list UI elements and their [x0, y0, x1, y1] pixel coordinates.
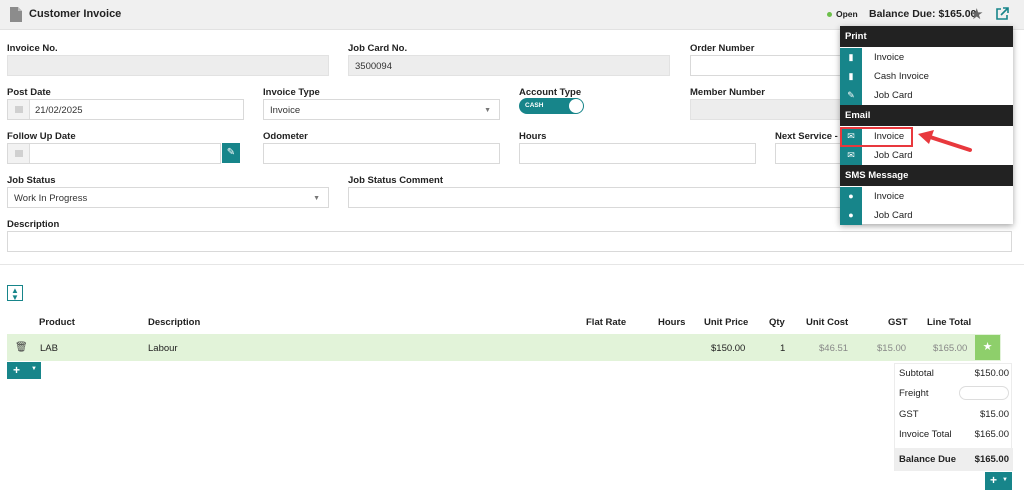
- follow-up-date-field[interactable]: [7, 143, 221, 164]
- member-number-label: Member Number: [690, 87, 765, 98]
- cell-qty: 1: [780, 343, 786, 354]
- star-icon[interactable]: ★: [970, 5, 983, 23]
- external-link-icon[interactable]: [995, 7, 1009, 21]
- column-header-line-total: Line Total: [927, 317, 972, 328]
- red-arrow-icon: [918, 130, 972, 152]
- cell-description: Labour: [148, 343, 178, 354]
- job-status-comment-label: Job Status Comment: [348, 175, 444, 186]
- status-dot: [827, 12, 832, 17]
- description-label: Description: [7, 219, 60, 230]
- freight-input[interactable]: [959, 386, 1009, 400]
- trash-icon[interactable]: 🗑: [15, 342, 28, 353]
- file-icon: ▮: [840, 48, 862, 67]
- cell-unit-cost: $46.51: [819, 343, 849, 354]
- next-service-field[interactable]: [775, 143, 842, 164]
- menu-item-print-cash-invoice[interactable]: ▮ Cash Invoice: [840, 67, 1013, 86]
- account-type-label: Account Type: [519, 87, 582, 98]
- menu-section-sms: SMS Message: [840, 165, 1013, 186]
- document-icon: [10, 7, 22, 22]
- balance-due-header: Balance Due: $165.00: [869, 8, 977, 20]
- actions-dropdown-menu: Print ▮ Invoice ▮ Cash Invoice ✎ Job Card E…: [840, 26, 1013, 225]
- odometer-field[interactable]: [263, 143, 500, 164]
- menu-section-email: Email: [840, 105, 1013, 126]
- job-card-no-field: 3500094: [348, 55, 670, 76]
- calendar-icon[interactable]: [8, 144, 30, 163]
- description-field[interactable]: [7, 231, 1012, 252]
- chevron-down-icon: ▼: [313, 195, 320, 202]
- job-card-no-label: Job Card No.: [348, 43, 408, 54]
- edit-icon: ✎: [840, 86, 862, 105]
- invoice-total-value: $165.00: [974, 429, 1009, 440]
- menu-item-print-job-card[interactable]: ✎ Job Card: [840, 86, 1013, 105]
- subtotal-value: $150.00: [974, 368, 1009, 379]
- subtotal-label: Subtotal: [899, 368, 934, 379]
- envelope-icon: ✉: [840, 146, 862, 165]
- speech-bubble-icon: ●: [840, 187, 862, 206]
- column-header-description: Description: [148, 317, 201, 328]
- account-type-toggle[interactable]: CASH: [519, 98, 584, 114]
- cell-unit-price: $150.00: [711, 343, 746, 354]
- member-number-field: [690, 99, 842, 120]
- divider: [0, 264, 1024, 265]
- invoice-total-label: Invoice Total: [899, 429, 952, 440]
- next-service-label: Next Service -: [775, 131, 838, 142]
- invoice-type-value: Invoice: [270, 105, 301, 116]
- column-header-product: Product: [39, 317, 75, 328]
- column-header-qty: Qty: [769, 317, 785, 328]
- order-number-label: Order Number: [690, 43, 755, 54]
- order-number-field[interactable]: [690, 55, 842, 76]
- speech-bubble-icon: ●: [840, 206, 862, 225]
- menu-item-sms-invoice[interactable]: ● Invoice: [840, 187, 1013, 206]
- freight-label: Freight: [899, 388, 929, 399]
- column-header-hours: Hours: [658, 317, 686, 328]
- invoice-type-label: Invoice Type: [263, 87, 320, 98]
- invoice-no-field: [7, 55, 329, 76]
- plus-icon: +: [13, 363, 21, 377]
- favourite-line-button[interactable]: ★: [975, 335, 1000, 360]
- add-line-button[interactable]: + ▼: [7, 362, 41, 379]
- page-title: Customer Invoice: [29, 8, 122, 20]
- chevron-down-icon: ▼: [1002, 477, 1008, 483]
- post-date-label: Post Date: [7, 87, 51, 98]
- menu-item-sms-job-card[interactable]: ● Job Card: [840, 206, 1013, 225]
- job-status-value: Work In Progress: [14, 193, 88, 204]
- calendar-icon[interactable]: [8, 100, 30, 119]
- highlight-box: [840, 127, 913, 147]
- status-badge: Open: [836, 9, 858, 19]
- balance-due-label: Balance Due: [899, 454, 957, 465]
- plus-icon: +: [990, 473, 998, 487]
- job-status-comment-field[interactable]: [348, 187, 842, 208]
- follow-up-date-label: Follow Up Date: [7, 131, 76, 142]
- totals-panel: Subtotal $150.00 Freight GST $15.00 Invo…: [894, 363, 1013, 471]
- menu-section-print: Print: [840, 26, 1013, 47]
- column-header-flat-rate: Flat Rate: [586, 317, 627, 328]
- chevron-down-icon: ▼: [484, 107, 491, 114]
- hours-label: Hours: [519, 131, 547, 142]
- hours-field[interactable]: [519, 143, 756, 164]
- cell-line-total: $165.00: [933, 343, 968, 354]
- add-totals-button[interactable]: + ▼: [985, 472, 1012, 490]
- sort-toggle-icon[interactable]: ▲ ▼: [7, 285, 23, 302]
- edit-icon[interactable]: ✎: [222, 143, 240, 163]
- invoice-type-select[interactable]: Invoice ▼: [263, 99, 500, 120]
- column-header-unit-cost: Unit Cost: [806, 317, 849, 328]
- cell-product: LAB: [40, 343, 58, 354]
- gst-label: GST: [899, 409, 919, 420]
- job-status-select[interactable]: Work In Progress ▼: [7, 187, 329, 208]
- menu-item-print-invoice[interactable]: ▮ Invoice: [840, 48, 1013, 67]
- job-status-label: Job Status: [7, 175, 56, 186]
- post-date-field[interactable]: 21/02/2025: [7, 99, 244, 120]
- odometer-label: Odometer: [263, 131, 308, 142]
- cell-gst: $15.00: [877, 343, 907, 354]
- toggle-knob: [569, 99, 583, 113]
- balance-due-value: $165.00: [974, 454, 1009, 465]
- chevron-down-icon: ▼: [31, 366, 37, 372]
- gst-value: $15.00: [979, 409, 1009, 420]
- account-type-value: CASH: [525, 102, 544, 109]
- column-header-gst: GST: [888, 317, 908, 328]
- column-header-unit-price: Unit Price: [704, 317, 749, 328]
- invoice-no-label: Invoice No.: [7, 43, 58, 54]
- file-icon: ▮: [840, 67, 862, 86]
